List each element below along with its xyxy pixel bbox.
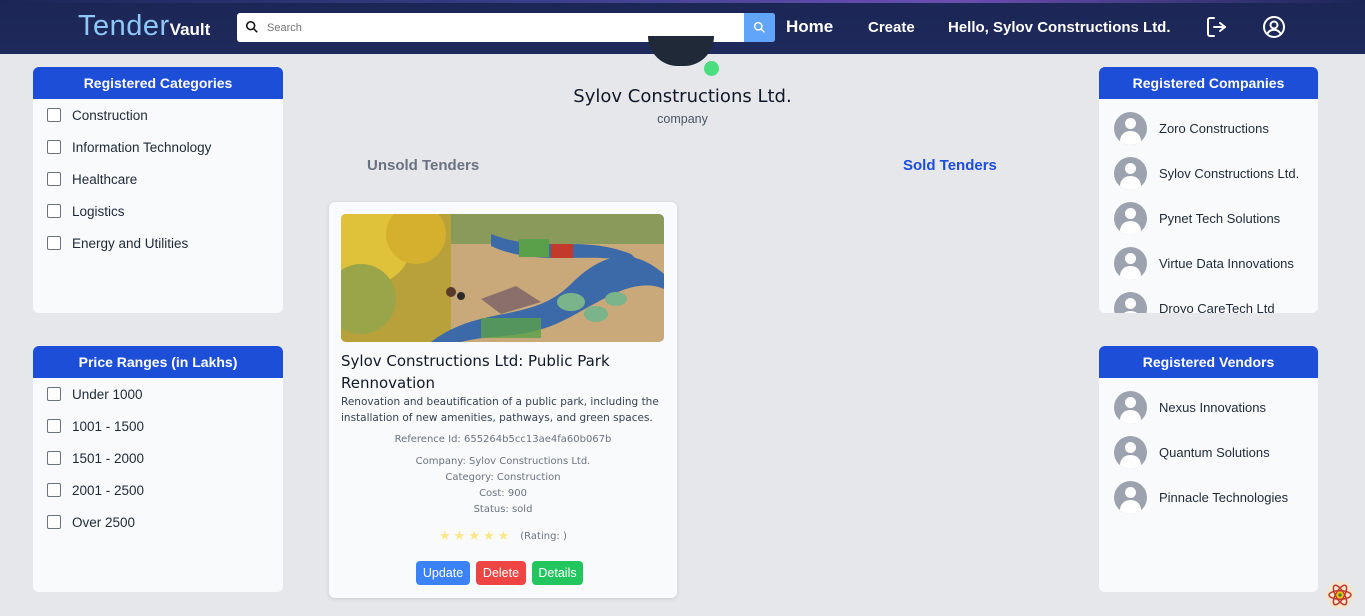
checkbox[interactable]	[47, 483, 61, 497]
user-avatar-icon	[1114, 436, 1147, 469]
star-icon[interactable]: ★	[454, 529, 466, 544]
price-ranges-panel: Price Ranges (in Lakhs) Under 1000 1001 -…	[33, 346, 283, 592]
brand-logo[interactable]: TenderVault	[78, 10, 210, 43]
checkbox[interactable]	[47, 236, 61, 250]
tender-title: Sylov Constructions Ltd: Public Park Ren…	[341, 352, 610, 392]
checkbox[interactable]	[47, 140, 61, 154]
user-avatar-icon	[1114, 481, 1147, 514]
checkbox[interactable]	[47, 451, 61, 465]
rating-label: (Rating: )	[520, 531, 567, 542]
vendor-item-name: Quantum Solutions	[1159, 445, 1270, 460]
profile-name: Sylov Constructions Ltd.	[573, 86, 792, 107]
vendor-item[interactable]: Pinnacle Technologies	[1099, 475, 1318, 520]
company-item[interactable]: Pynet Tech Solutions	[1099, 196, 1318, 241]
nav-create-link[interactable]: Create	[868, 19, 915, 36]
price-range-item-label: Under 1000	[72, 386, 143, 402]
vendor-item-name: Pinnacle Technologies	[1159, 490, 1289, 505]
category-item-label: Information Technology	[72, 139, 212, 155]
vendor-item[interactable]: Nexus Innovations	[1099, 385, 1318, 430]
vendors-list: Nexus Innovations Quantum Solutions Pinnac…	[1099, 378, 1318, 520]
user-avatar-icon	[1114, 157, 1147, 190]
checkbox[interactable]	[47, 387, 61, 401]
tender-image	[341, 214, 664, 342]
brand-name-secondary: Vault	[169, 20, 211, 39]
checkbox[interactable]	[47, 204, 61, 218]
react-devtools-icon[interactable]	[1325, 580, 1355, 610]
user-profile-icon[interactable]	[1262, 15, 1286, 39]
brand-name-primary: Tender	[78, 10, 170, 42]
price-range-item-label: 1501 - 2000	[72, 450, 145, 466]
price-ranges-list: Under 1000 1001 - 1500 1501 - 2000 2001 - 2…	[33, 378, 283, 538]
category-item[interactable]: Healthcare	[33, 163, 283, 195]
tender-category: Category: Construction	[445, 472, 561, 483]
tab-unsold-tenders[interactable]: Unsold Tenders	[367, 157, 479, 174]
company-item-name: Virtue Data Innovations	[1159, 256, 1294, 271]
vendors-panel-title: Registered Vendors	[1099, 346, 1318, 378]
user-avatar-icon	[1114, 202, 1147, 235]
star-icon[interactable]: ★	[483, 529, 495, 544]
price-range-item[interactable]: 2001 - 2500	[33, 474, 283, 506]
search-button[interactable]	[744, 13, 775, 42]
online-status-indicator	[702, 59, 721, 78]
tender-reference-id: Reference Id: 655264b5cc13ae4fa60b067b	[394, 434, 612, 445]
company-item-name: Droyo CareTech Ltd	[1159, 301, 1275, 313]
category-item[interactable]: Information Technology	[33, 131, 283, 163]
search-icon	[753, 21, 765, 33]
profile-role: company	[657, 112, 708, 126]
price-range-item-label: 1001 - 1500	[72, 418, 145, 434]
price-range-item-label: 2001 - 2500	[72, 482, 145, 498]
price-range-item[interactable]: 1001 - 1500	[33, 410, 283, 442]
price-ranges-panel-title: Price Ranges (in Lakhs)	[33, 346, 283, 378]
star-icon[interactable]: ★	[439, 529, 451, 544]
checkbox[interactable]	[47, 515, 61, 529]
update-button[interactable]: Update	[416, 561, 470, 585]
company-item[interactable]: Droyo CareTech Ltd	[1099, 286, 1318, 313]
price-range-item-label: Over 2500	[72, 514, 136, 530]
user-avatar-icon	[1114, 391, 1147, 424]
tender-card: Sylov Constructions Ltd: Public Park Ren…	[329, 202, 677, 598]
star-icon[interactable]: ★	[498, 529, 510, 544]
company-item[interactable]: Sylov Constructions Ltd.	[1099, 151, 1318, 196]
tender-cost: Cost: 900	[479, 488, 527, 499]
nav-home-link[interactable]: Home	[786, 17, 833, 37]
category-item-label: Logistics	[72, 203, 125, 219]
user-greeting: Hello, Sylov Constructions Ltd.	[948, 19, 1171, 36]
price-range-item[interactable]: Under 1000	[33, 378, 283, 410]
company-item-name: Pynet Tech Solutions	[1159, 211, 1281, 226]
user-avatar-icon	[1114, 292, 1147, 313]
category-item-label: Healthcare	[72, 171, 138, 187]
company-item-name: Sylov Constructions Ltd.	[1159, 166, 1300, 181]
star-icon[interactable]: ★	[468, 529, 480, 544]
vendor-item-name: Nexus Innovations	[1159, 400, 1266, 415]
delete-button[interactable]: Delete	[476, 561, 526, 585]
user-avatar-icon	[1114, 247, 1147, 280]
tab-sold-tenders[interactable]: Sold Tenders	[903, 157, 997, 174]
category-item[interactable]: Logistics	[33, 195, 283, 227]
vendors-panel: Registered Vendors Nexus Innovations Quan…	[1099, 346, 1318, 592]
vendor-item[interactable]: Quantum Solutions	[1099, 430, 1318, 475]
checkbox[interactable]	[47, 419, 61, 433]
category-item[interactable]: Energy and Utilities	[33, 227, 283, 259]
category-item-label: Energy and Utilities	[72, 235, 189, 251]
price-range-item[interactable]: 1501 - 2000	[33, 442, 283, 474]
search-icon	[245, 20, 258, 33]
company-item[interactable]: Virtue Data Innovations	[1099, 241, 1318, 286]
tender-description: Renovation and beautification of a publi…	[341, 396, 659, 424]
logout-icon[interactable]	[1205, 15, 1229, 39]
rating-stars[interactable]: ★ ★ ★ ★ ★ (Rating: )	[439, 529, 567, 544]
companies-list: Zoro Constructions Sylov Constructions Lt…	[1099, 99, 1318, 313]
tender-status: Status: sold	[473, 504, 533, 515]
details-button[interactable]: Details	[532, 561, 583, 585]
price-range-item[interactable]: Over 2500	[33, 506, 283, 538]
checkbox[interactable]	[47, 172, 61, 186]
tender-company: Company: Sylov Constructions Ltd.	[415, 456, 591, 467]
